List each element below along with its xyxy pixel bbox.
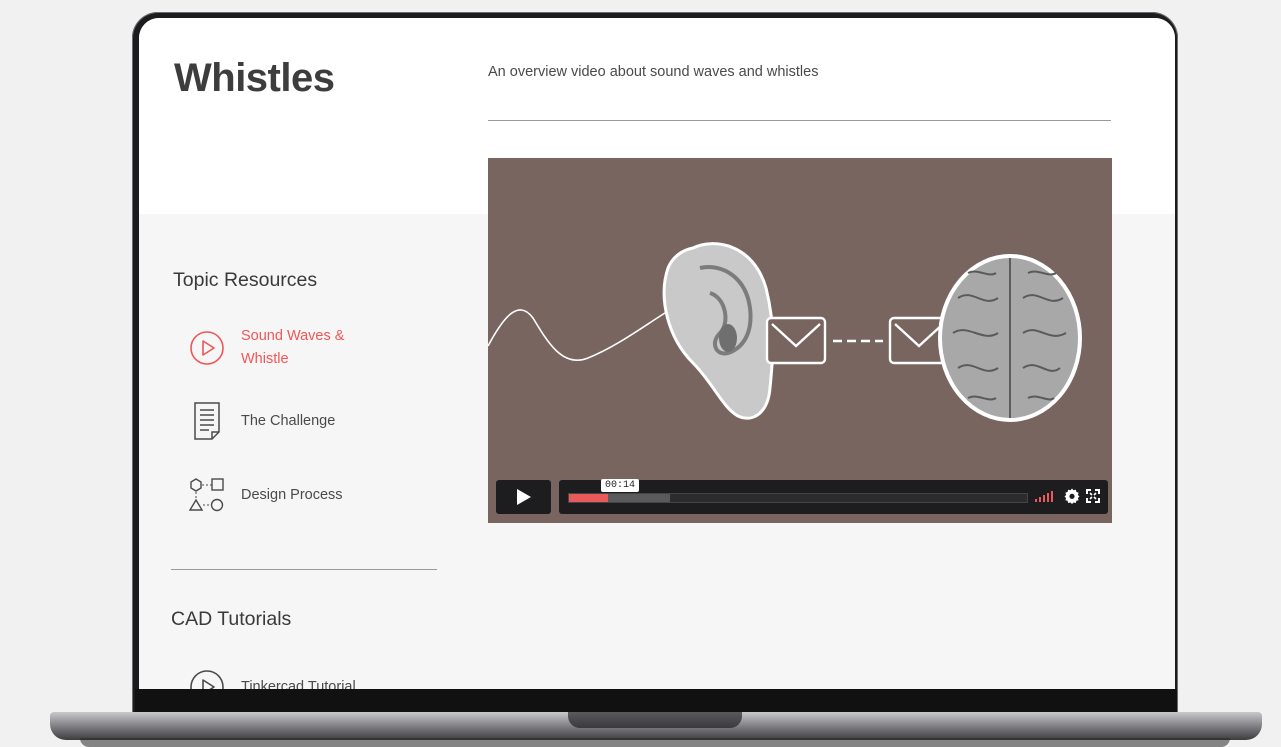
resource-item-the-challenge[interactable]: The Challenge — [187, 396, 335, 446]
screen-bezel-bottom — [135, 689, 1177, 713]
resource-label: The Challenge — [241, 412, 336, 429]
video-controls: 00:14 — [496, 479, 1108, 514]
resource-item-design-process[interactable]: Design Process — [187, 470, 343, 520]
play-circle-icon — [187, 667, 227, 689]
video-player[interactable]: 00:14 — [488, 158, 1112, 523]
ear-illustration — [662, 242, 775, 420]
play-circle-icon — [187, 328, 227, 368]
resource-item-sound-waves[interactable]: Sound Waves & Whistle — [187, 323, 361, 373]
sidebar-divider — [171, 569, 437, 570]
current-time: 00:14 — [601, 479, 640, 492]
played-bar — [569, 494, 608, 502]
fullscreen-icon[interactable] — [1086, 489, 1100, 503]
laptop-screen: Whistles An overview video about sound w… — [139, 18, 1175, 689]
control-bar: 00:14 — [559, 479, 1108, 514]
progress-track[interactable]: 00:14 — [568, 479, 1028, 503]
cad-tutorials-heading: CAD Tutorials — [171, 608, 292, 630]
laptop-notch — [568, 712, 742, 728]
header-divider — [488, 120, 1111, 121]
video-frame — [488, 242, 1082, 422]
play-button[interactable] — [496, 480, 551, 514]
brain-illustration — [938, 254, 1082, 422]
page-subtitle: An overview video about sound waves and … — [488, 64, 819, 80]
flowchart-icon — [187, 475, 227, 515]
resource-label: Sound Waves & Whistle — [241, 328, 345, 367]
resource-item-tinkercad-tutorial[interactable]: Tinkercad Tutorial — [187, 662, 356, 689]
topic-resources-heading: Topic Resources — [173, 269, 318, 291]
volume-icon[interactable] — [1035, 490, 1053, 502]
page-title: Whistles — [174, 56, 335, 100]
resource-label: Tinkercad Tutorial — [241, 678, 356, 690]
gear-icon[interactable] — [1064, 488, 1080, 504]
document-icon — [187, 401, 227, 441]
envelope-icon — [765, 316, 827, 365]
play-icon — [516, 489, 531, 505]
resource-label: Design Process — [241, 486, 343, 503]
laptop-shadow — [80, 738, 1230, 747]
